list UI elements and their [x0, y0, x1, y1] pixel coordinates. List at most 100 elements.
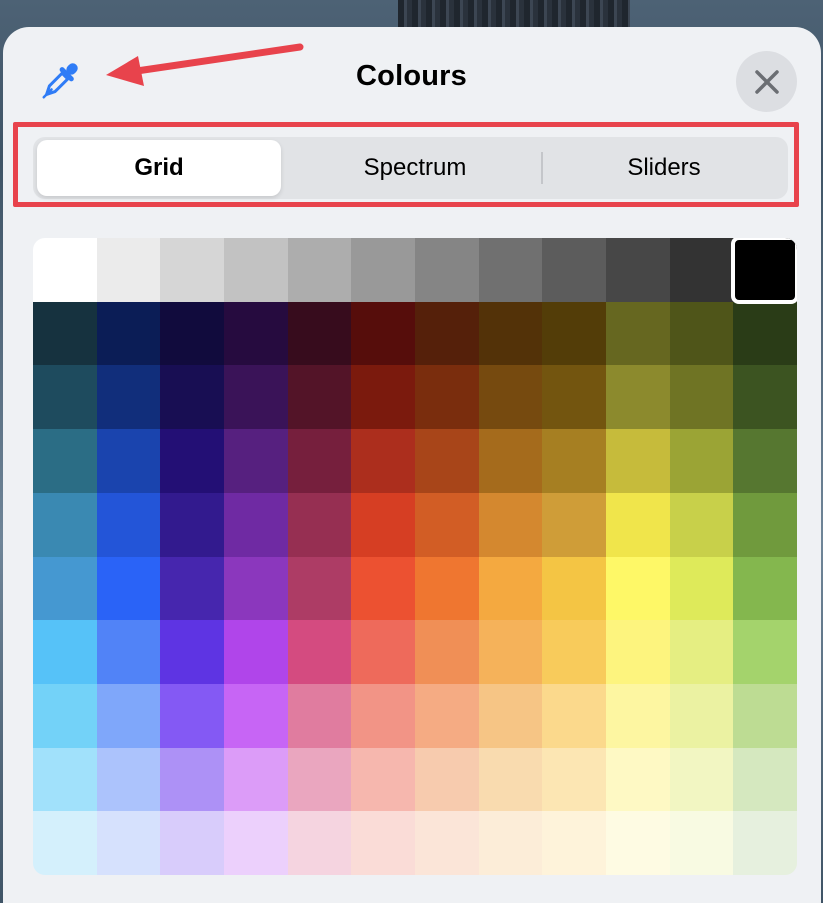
colour-swatch[interactable] [96, 492, 161, 557]
colour-swatch[interactable] [96, 238, 161, 302]
colour-swatch[interactable] [733, 492, 797, 557]
colour-swatch[interactable] [542, 365, 606, 430]
colour-swatch[interactable] [351, 811, 415, 875]
colour-swatch[interactable] [351, 301, 415, 366]
colour-swatch[interactable] [287, 683, 352, 748]
colour-swatch[interactable] [160, 620, 224, 684]
colour-swatch[interactable] [542, 747, 606, 812]
colour-swatch[interactable] [669, 556, 734, 621]
colour-swatch[interactable] [287, 238, 352, 302]
colour-swatch[interactable] [33, 747, 97, 812]
colour-swatch[interactable] [160, 238, 224, 302]
colour-swatch[interactable] [351, 238, 415, 302]
colour-swatch[interactable] [478, 683, 543, 748]
colour-swatch[interactable] [415, 238, 479, 302]
colour-swatch[interactable] [606, 492, 670, 557]
colour-swatch[interactable] [351, 620, 415, 684]
colour-swatch[interactable] [351, 429, 415, 493]
colour-swatch[interactable] [733, 811, 797, 875]
colour-swatch[interactable] [478, 620, 543, 684]
colour-swatch[interactable] [33, 238, 97, 302]
colour-swatch[interactable] [224, 683, 288, 748]
colour-swatch[interactable] [287, 556, 352, 621]
colour-swatch[interactable] [224, 492, 288, 557]
colour-swatch[interactable] [415, 747, 479, 812]
colour-swatch[interactable] [669, 811, 734, 875]
colour-swatch[interactable] [606, 556, 670, 621]
colour-swatch[interactable] [160, 556, 224, 621]
colour-swatch[interactable] [351, 747, 415, 812]
colour-swatch[interactable] [415, 683, 479, 748]
colour-swatch[interactable] [33, 492, 97, 557]
colour-swatch[interactable] [542, 301, 606, 366]
colour-swatch[interactable] [733, 365, 797, 430]
colour-swatch[interactable] [33, 620, 97, 684]
colour-swatch[interactable] [351, 492, 415, 557]
close-button[interactable] [736, 51, 797, 112]
colour-swatch[interactable] [96, 620, 161, 684]
colour-swatch[interactable] [224, 556, 288, 621]
colour-swatch[interactable] [287, 365, 352, 430]
tab-sliders[interactable]: Sliders [543, 140, 785, 196]
colour-swatch[interactable] [606, 301, 670, 366]
colour-swatch[interactable] [415, 811, 479, 875]
colour-swatch[interactable] [33, 683, 97, 748]
colour-swatch[interactable] [606, 429, 670, 493]
colour-swatch[interactable] [478, 492, 543, 557]
colour-swatch[interactable] [415, 556, 479, 621]
colour-swatch[interactable] [669, 238, 734, 302]
colour-swatch[interactable] [224, 747, 288, 812]
colour-swatch[interactable] [478, 556, 543, 621]
colour-swatch[interactable] [33, 811, 97, 875]
colour-swatch[interactable] [287, 301, 352, 366]
colour-swatch[interactable] [478, 811, 543, 875]
colour-swatch[interactable] [669, 365, 734, 430]
colour-swatch[interactable] [287, 811, 352, 875]
colour-swatch[interactable] [478, 747, 543, 812]
colour-swatch[interactable] [542, 492, 606, 557]
colour-swatch[interactable] [287, 429, 352, 493]
colour-swatch[interactable] [351, 556, 415, 621]
colour-swatch[interactable] [96, 556, 161, 621]
colour-swatch[interactable] [669, 620, 734, 684]
colour-swatch[interactable] [224, 620, 288, 684]
colour-swatch[interactable] [33, 301, 97, 366]
colour-swatch[interactable] [160, 429, 224, 493]
colour-swatch[interactable] [160, 301, 224, 366]
colour-swatch[interactable] [478, 429, 543, 493]
colour-swatch[interactable] [96, 365, 161, 430]
colour-swatch[interactable] [287, 620, 352, 684]
colour-swatch[interactable] [542, 238, 606, 302]
colour-swatch[interactable] [351, 365, 415, 430]
colour-swatch[interactable] [542, 811, 606, 875]
colour-swatch[interactable] [160, 811, 224, 875]
colour-swatch[interactable] [96, 683, 161, 748]
colour-swatch[interactable] [33, 365, 97, 430]
colour-swatch[interactable] [415, 429, 479, 493]
colour-swatch[interactable] [415, 620, 479, 684]
colour-swatch[interactable] [478, 365, 543, 430]
colour-swatch-selected[interactable] [731, 238, 797, 304]
colour-swatch[interactable] [224, 301, 288, 366]
colour-swatch[interactable] [478, 301, 543, 366]
colour-swatch[interactable] [542, 683, 606, 748]
colour-swatch[interactable] [478, 238, 543, 302]
tab-grid[interactable]: Grid [37, 140, 281, 196]
tab-spectrum[interactable]: Spectrum [289, 140, 541, 196]
colour-swatch[interactable] [224, 365, 288, 430]
colour-swatch[interactable] [287, 492, 352, 557]
colour-swatch[interactable] [415, 492, 479, 557]
colour-swatch[interactable] [733, 301, 797, 366]
colour-swatch[interactable] [287, 747, 352, 812]
colour-swatch[interactable] [606, 620, 670, 684]
colour-swatch[interactable] [160, 683, 224, 748]
colour-swatch[interactable] [733, 556, 797, 621]
colour-swatch[interactable] [96, 429, 161, 493]
colour-swatch[interactable] [224, 429, 288, 493]
colour-swatch[interactable] [669, 747, 734, 812]
colour-swatch[interactable] [33, 429, 97, 493]
colour-swatch[interactable] [224, 238, 288, 302]
colour-swatch[interactable] [160, 747, 224, 812]
colour-swatch[interactable] [96, 811, 161, 875]
colour-swatch[interactable] [669, 429, 734, 493]
